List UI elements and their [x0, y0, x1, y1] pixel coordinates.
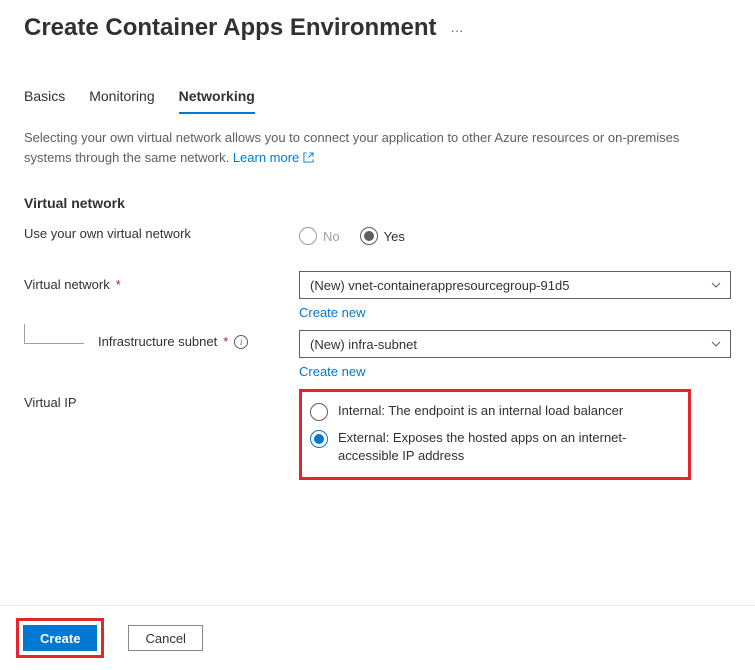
radio-icon	[310, 430, 328, 448]
required-indicator: *	[116, 277, 121, 292]
cancel-button[interactable]: Cancel	[128, 625, 202, 651]
vip-internal-label: Internal: The endpoint is an internal lo…	[338, 402, 623, 420]
radio-label: Yes	[384, 229, 405, 244]
learn-more-link[interactable]: Learn more	[233, 150, 314, 165]
tab-networking[interactable]: Networking	[179, 88, 255, 114]
chevron-down-icon	[710, 279, 722, 291]
learn-more-label: Learn more	[233, 150, 299, 165]
vip-external-radio[interactable]: External: Exposes the hosted apps on an …	[310, 425, 680, 469]
more-actions-icon[interactable]: ···	[451, 19, 464, 38]
tab-basics[interactable]: Basics	[24, 88, 65, 114]
infra-subnet-select[interactable]: (New) infra-subnet	[299, 330, 731, 358]
infra-subnet-select-value: (New) infra-subnet	[310, 337, 417, 352]
vnet-select-value: (New) vnet-containerappresourcegroup-91d…	[310, 278, 569, 293]
vip-internal-radio[interactable]: Internal: The endpoint is an internal lo…	[310, 398, 680, 425]
infra-subnet-label-text: Infrastructure subnet	[98, 334, 217, 349]
external-link-icon	[303, 150, 314, 165]
infra-subnet-create-new-link[interactable]: Create new	[299, 364, 731, 379]
infra-subnet-label: Infrastructure subnet * i	[24, 330, 299, 349]
page-title: Create Container Apps Environment	[24, 14, 437, 42]
vip-external-label: External: Exposes the hosted apps on an …	[338, 429, 680, 465]
tabs: Basics Monitoring Networking	[0, 88, 755, 114]
virtual-ip-label: Virtual IP	[24, 389, 299, 410]
radio-label: No	[323, 229, 340, 244]
vnet-create-new-link[interactable]: Create new	[299, 305, 731, 320]
create-button[interactable]: Create	[23, 625, 97, 651]
tab-monitoring[interactable]: Monitoring	[89, 88, 154, 114]
use-own-vnet-yes-radio[interactable]: Yes	[360, 227, 405, 245]
info-icon[interactable]: i	[234, 335, 248, 349]
intro-text-body: Selecting your own virtual network allow…	[24, 130, 679, 165]
required-indicator: *	[223, 334, 228, 349]
use-own-vnet-label: Use your own virtual network	[24, 226, 299, 241]
use-own-vnet-no-radio[interactable]: No	[299, 227, 340, 245]
tree-connector-icon	[24, 324, 84, 344]
create-button-highlight: Create	[16, 618, 104, 658]
radio-icon	[310, 403, 328, 421]
radio-icon	[360, 227, 378, 245]
virtual-ip-highlight-box: Internal: The endpoint is an internal lo…	[299, 389, 691, 480]
vnet-select[interactable]: (New) vnet-containerappresourcegroup-91d…	[299, 271, 731, 299]
radio-icon	[299, 227, 317, 245]
virtual-network-heading: Virtual network	[24, 195, 731, 211]
chevron-down-icon	[710, 338, 722, 350]
intro-text: Selecting your own virtual network allow…	[24, 128, 724, 167]
vnet-label-text: Virtual network	[24, 277, 110, 292]
footer: Create Cancel	[0, 605, 755, 670]
vnet-label: Virtual network *	[24, 271, 299, 292]
